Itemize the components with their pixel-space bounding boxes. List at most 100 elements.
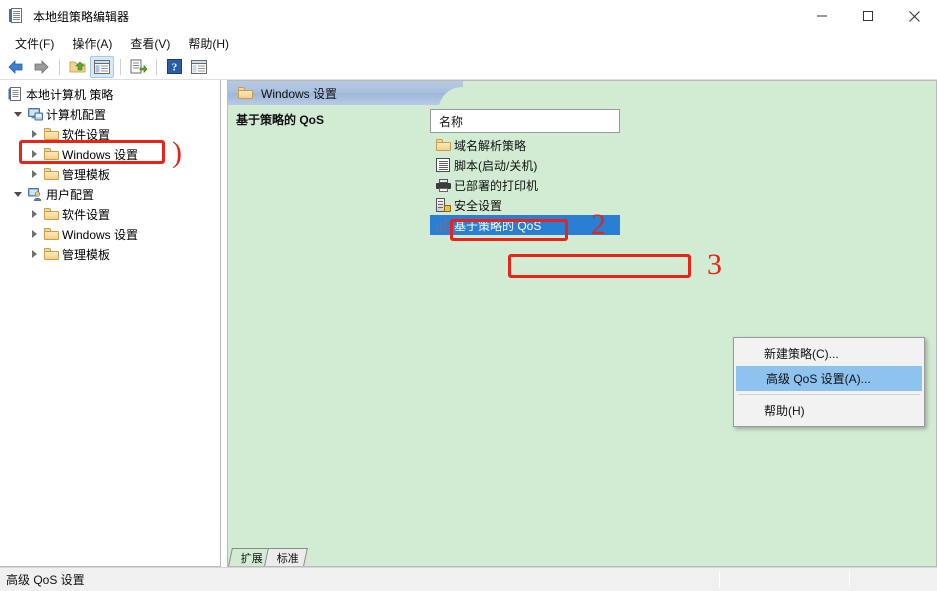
- folder-icon: [42, 128, 60, 140]
- list-item-label: 脚本(启动/关机): [454, 158, 538, 173]
- chevron-down-icon[interactable]: [10, 112, 26, 117]
- folder-icon: [42, 168, 60, 180]
- status-bar-divider: [719, 571, 720, 588]
- tree-label: 软件设置: [62, 127, 111, 142]
- window-title: 本地组策略编辑器: [33, 9, 130, 24]
- tree-root-local-computer-policy[interactable]: 本地计算机 策略: [0, 84, 220, 104]
- toolbar-separator: [59, 58, 60, 75]
- tree-label: 软件设置: [62, 207, 111, 222]
- chevron-right-icon[interactable]: [26, 230, 42, 238]
- toolbar-separator: [156, 58, 157, 75]
- user-icon: [26, 187, 44, 201]
- toolbar-separator: [120, 58, 121, 75]
- help-icon[interactable]: ?: [162, 56, 186, 78]
- list-item-label: 基于策略的 QoS: [454, 218, 542, 233]
- results-detail-column: 基于策略的 QoS: [228, 105, 430, 547]
- script-icon: [434, 158, 452, 172]
- list-item-label: 已部署的打印机: [454, 178, 539, 193]
- menu-help[interactable]: 帮助(H): [179, 33, 238, 54]
- tree-label: 管理模板: [62, 247, 111, 262]
- sidebar-item-user-configuration[interactable]: 用户配置: [0, 184, 220, 204]
- tab-standard[interactable]: 标准: [264, 548, 308, 566]
- ctx-advanced-qos[interactable]: 高级 QoS 设置(A)...: [736, 366, 922, 391]
- folder-icon: [42, 148, 60, 160]
- security-settings-icon: [434, 198, 452, 212]
- results-list-column: 名称 域名解析策略 脚本(启动/关机) 已部署的打印机 安全设置 基于策略的 Q…: [430, 105, 936, 547]
- tree-label: 用户配置: [46, 187, 95, 202]
- list-item[interactable]: 已部署的打印机: [430, 175, 620, 195]
- gpedit-icon: [9, 8, 25, 24]
- ctx-item-label: 帮助(H): [764, 404, 805, 418]
- console-root-icon: [6, 87, 24, 101]
- results-pane: Windows 设置 基于策略的 QoS 名称 域名解析策略 脚本(启动/关机)…: [227, 80, 937, 567]
- results-content: 基于策略的 QoS 名称 域名解析策略 脚本(启动/关机) 已部署的打印机 安全…: [228, 105, 936, 547]
- back-icon[interactable]: [4, 56, 28, 78]
- show-hide-tree-icon[interactable]: [90, 55, 114, 78]
- toolbar: ?: [0, 54, 937, 80]
- list-item-qos[interactable]: 基于策略的 QoS: [430, 215, 620, 235]
- list-item[interactable]: 脚本(启动/关机): [430, 155, 620, 175]
- chevron-right-icon[interactable]: [26, 210, 42, 218]
- chevron-down-icon[interactable]: [10, 192, 26, 197]
- menu-file[interactable]: 文件(F): [6, 33, 63, 54]
- export-list-icon[interactable]: [126, 56, 150, 78]
- results-view-tabs: 扩展 标准: [228, 547, 936, 566]
- qos-icon: [434, 218, 452, 232]
- list-item-label: 域名解析策略: [454, 138, 527, 153]
- sidebar-item-software-settings-user[interactable]: 软件设置: [0, 204, 220, 224]
- sidebar-item-windows-settings-computer[interactable]: Windows 设置: [0, 144, 220, 164]
- list-item[interactable]: 安全设置: [430, 195, 620, 215]
- sidebar-item-computer-configuration[interactable]: 计算机配置: [0, 104, 220, 124]
- folder-icon: [42, 208, 60, 220]
- tab-label: 标准: [276, 552, 299, 565]
- forward-icon[interactable]: [29, 56, 53, 78]
- page-title: 基于策略的 QoS: [236, 113, 325, 127]
- tree-label: Windows 设置: [62, 227, 139, 242]
- console-tree-pane: 本地计算机 策略 计算机配置 软件设置 Windows 设置 管理模板 用户配置…: [0, 80, 221, 567]
- tree-label: 本地计算机 策略: [26, 87, 114, 102]
- context-menu: 新建策略(C)... 高级 QoS 设置(A)... 帮助(H): [733, 337, 925, 427]
- sidebar-item-software-settings-computer[interactable]: 软件设置: [0, 124, 220, 144]
- menu-bar: 文件(F) 操作(A) 查看(V) 帮助(H): [0, 32, 937, 54]
- results-header-label: Windows 设置: [261, 86, 338, 101]
- main-body: 本地计算机 策略 计算机配置 软件设置 Windows 设置 管理模板 用户配置…: [0, 80, 937, 567]
- ctx-new-policy[interactable]: 新建策略(C)...: [734, 341, 924, 366]
- ctx-item-label: 高级 QoS 设置(A)...: [766, 372, 871, 386]
- maximize-icon[interactable]: [845, 0, 891, 32]
- tree-label: Windows 设置: [62, 147, 139, 162]
- close-icon[interactable]: [891, 0, 937, 32]
- folder-icon: [42, 228, 60, 240]
- folder-icon: [434, 139, 452, 151]
- chevron-right-icon[interactable]: [26, 150, 42, 158]
- list-item[interactable]: 域名解析策略: [430, 135, 620, 155]
- minimize-icon[interactable]: [799, 0, 845, 32]
- chevron-right-icon[interactable]: [26, 130, 42, 138]
- ctx-help[interactable]: 帮助(H): [734, 398, 924, 423]
- computer-icon: [26, 107, 44, 121]
- status-bar: 高级 QoS 设置: [0, 567, 937, 591]
- folder-icon: [42, 248, 60, 260]
- sidebar-item-admin-templates-user[interactable]: 管理模板: [0, 244, 220, 264]
- menu-action[interactable]: 操作(A): [63, 33, 121, 54]
- sidebar-item-windows-settings-user[interactable]: Windows 设置: [0, 224, 220, 244]
- list-column-header-name[interactable]: 名称: [430, 109, 620, 133]
- tab-label: 扩展: [240, 552, 263, 565]
- properties-icon[interactable]: [187, 56, 211, 78]
- up-folder-icon[interactable]: [65, 56, 89, 78]
- status-bar-divider: [849, 571, 850, 588]
- status-bar-text: 高级 QoS 设置: [6, 573, 85, 587]
- chevron-right-icon[interactable]: [26, 250, 42, 258]
- gpedit-window: 本地组策略编辑器 文件(F) 操作(A) 查看(V) 帮助(H) ? 本地计算机…: [0, 0, 937, 591]
- sidebar-item-admin-templates-computer[interactable]: 管理模板: [0, 164, 220, 184]
- results-header-bar: Windows 设置: [228, 81, 936, 105]
- tree-label: 计算机配置: [46, 107, 107, 122]
- tree-label: 管理模板: [62, 167, 111, 182]
- svg-text:?: ?: [171, 62, 177, 74]
- ctx-item-label: 新建策略(C)...: [764, 347, 839, 361]
- chevron-right-icon[interactable]: [26, 170, 42, 178]
- title-bar: 本地组策略编辑器: [0, 0, 937, 32]
- printer-icon: [434, 178, 452, 192]
- context-menu-separator: [738, 394, 920, 395]
- list-item-label: 安全设置: [454, 198, 503, 213]
- menu-view[interactable]: 查看(V): [121, 33, 179, 54]
